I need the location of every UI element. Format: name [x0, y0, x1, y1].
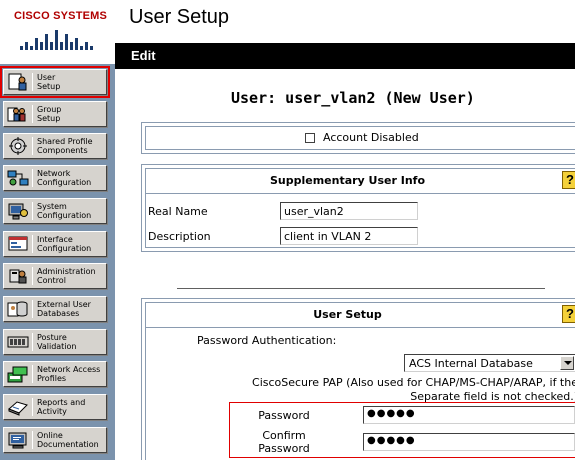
- sidebar-item-label: Posture Validation: [37, 333, 77, 351]
- cisco-logo: Cisco Systems: [0, 0, 115, 64]
- sidebar-item-network-access[interactable]: Network Access Profiles: [3, 361, 107, 387]
- help-icon[interactable]: ?: [562, 305, 575, 323]
- network-access-icon: [4, 363, 32, 385]
- divider: [177, 288, 545, 289]
- supplementary-info-panel: Supplementary User Info ? Real Name user…: [141, 164, 575, 252]
- sidebar-item-reports[interactable]: Reports and Activity: [3, 394, 107, 420]
- user-setup-icon: [4, 71, 32, 93]
- sidebar-item-label: Reports and Activity: [37, 398, 86, 416]
- sidebar-item-admin-control[interactable]: Administration Control: [3, 263, 107, 289]
- sidebar-item-shared-profile[interactable]: Shared Profile Components: [3, 133, 107, 159]
- external-db-icon: [4, 298, 32, 320]
- section-header: Supplementary User Info ?: [145, 168, 575, 194]
- description-label: Description: [148, 230, 211, 243]
- description-field[interactable]: client in VLAN 2: [280, 227, 418, 245]
- account-status-panel: Account Disabled: [141, 122, 575, 154]
- system-config-icon: [4, 200, 32, 222]
- password-label: Password: [258, 409, 310, 422]
- account-disabled-checkbox[interactable]: [305, 133, 315, 143]
- sidebar-item-label: Interface Configuration: [37, 235, 92, 253]
- main-content: User: user_vlan2 (New User) Account Disa…: [115, 69, 575, 460]
- sidebar-item-online-docs[interactable]: Online Documentation: [3, 427, 107, 453]
- confirm-password-label: Confirm Password: [258, 429, 310, 455]
- account-disabled-label: Account Disabled: [323, 131, 419, 144]
- user-heading: User: user_vlan2 (New User): [231, 89, 475, 107]
- sidebar-item-user-setup[interactable]: User Setup: [0, 66, 110, 98]
- password-database-select[interactable]: ACS Internal Database: [404, 354, 575, 372]
- sidebar-item-label: Administration Control: [37, 267, 96, 285]
- sidebar-item-label: Group Setup: [37, 105, 62, 123]
- online-docs-icon: [4, 429, 32, 451]
- real-name-label: Real Name: [148, 205, 208, 218]
- section-title: Supplementary User Info: [269, 174, 426, 187]
- password-authentication-label: Password Authentication:: [197, 334, 337, 347]
- sidebar-item-label: Shared Profile Components: [37, 137, 93, 155]
- password-field[interactable]: ●●●●●: [363, 406, 575, 424]
- page-title: User Setup: [129, 6, 230, 28]
- password-database-value: ACS Internal Database: [409, 357, 533, 370]
- sidebar-item-label: External User Databases: [37, 300, 91, 318]
- edit-label: Edit: [131, 48, 156, 63]
- confirm-password-field[interactable]: ●●●●●: [363, 433, 575, 451]
- cisco-bridge-logo-icon: [20, 30, 93, 50]
- sidebar-item-label: Online Documentation: [37, 431, 99, 449]
- sidebar-item-network-config[interactable]: Network Configuration: [3, 165, 107, 191]
- interface-config-icon: [4, 233, 32, 255]
- sidebar-item-label: System Configuration: [37, 202, 92, 220]
- menu-bar: Edit: [115, 43, 575, 69]
- help-icon[interactable]: ?: [562, 171, 575, 189]
- sidebar-item-label: User Setup: [37, 73, 61, 91]
- group-setup-icon: [4, 103, 32, 125]
- sidebar-item-label: Network Configuration: [37, 169, 92, 187]
- chevron-down-icon[interactable]: [560, 356, 574, 370]
- network-config-icon: [4, 167, 32, 189]
- section-header: User Setup ?: [145, 302, 575, 328]
- posture-validation-icon: [4, 331, 32, 353]
- pap-note: CiscoSecure PAP (Also used for CHAP/MS-C…: [252, 376, 575, 403]
- sidebar-item-system-config[interactable]: System Configuration: [3, 198, 107, 224]
- sidebar-item-group-setup[interactable]: Group Setup: [3, 101, 107, 127]
- shared-profile-icon: [4, 135, 32, 157]
- logo-text: Cisco Systems: [14, 10, 108, 22]
- real-name-field[interactable]: user_vlan2: [280, 202, 418, 220]
- admin-control-icon: [4, 265, 32, 287]
- sidebar: User Setup Group Setup Shared Profile Co…: [0, 64, 115, 460]
- user-setup-panel: User Setup ? Password Authentication: AC…: [141, 298, 575, 460]
- section-title: User Setup: [313, 308, 382, 321]
- sidebar-item-label: Network Access Profiles: [37, 365, 101, 383]
- reports-icon: [4, 396, 32, 418]
- sidebar-item-interface-config[interactable]: Interface Configuration: [3, 231, 107, 257]
- password-highlight-box: Password ●●●●● Confirm Password ●●●●●: [229, 402, 575, 458]
- sidebar-item-external-db[interactable]: External User Databases: [3, 296, 107, 322]
- sidebar-item-posture-validation[interactable]: Posture Validation: [3, 329, 107, 355]
